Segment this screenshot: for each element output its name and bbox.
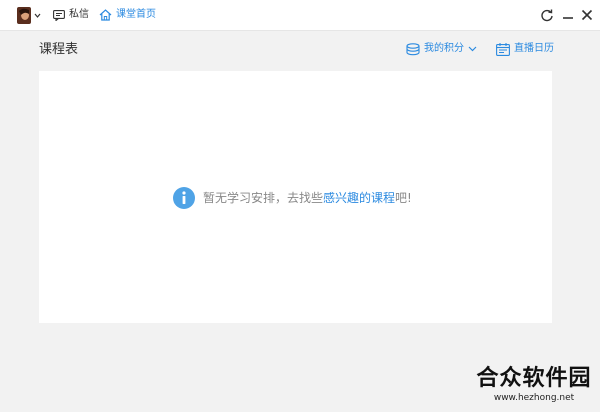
close-icon[interactable]	[580, 8, 594, 22]
live-calendar-label: 直播日历	[514, 43, 554, 54]
message-icon	[53, 9, 65, 21]
user-menu[interactable]	[17, 7, 41, 24]
nav-home-label: 课堂首页	[116, 9, 156, 20]
home-icon	[99, 9, 112, 21]
empty-text-before: 暂无学习安排，去找些	[203, 191, 324, 205]
watermark: 合众软件园 www.hezhong.net	[470, 366, 598, 404]
watermark-url: www.hezhong.net	[493, 393, 575, 403]
watermark-title: 合众软件园	[476, 366, 592, 391]
empty-text-after: 吧!	[395, 191, 412, 205]
my-points-dropdown[interactable]: 我的积分	[406, 42, 477, 56]
schedule-panel: 暂无学习安排，去找些感兴趣的课程吧!	[39, 71, 552, 323]
title-bar: 私信 课堂首页	[0, 0, 600, 31]
app-window: 私信 课堂首页 课程表 我的积分 直播日历 暂无学习安排，去找些感兴趣的课程吧!…	[0, 0, 600, 412]
empty-message: 暂无学习安排，去找些感兴趣的课程吧!	[203, 189, 412, 207]
info-icon	[173, 187, 195, 209]
page-title: 课程表	[39, 42, 79, 57]
live-calendar-button[interactable]: 直播日历	[496, 42, 554, 56]
nav-messages[interactable]: 私信	[53, 8, 89, 22]
empty-state: 暂无学习安排，去找些感兴趣的课程吧!	[173, 187, 412, 209]
avatar[interactable]	[17, 7, 31, 24]
nav-home[interactable]: 课堂首页	[99, 8, 156, 22]
calendar-icon	[496, 42, 510, 56]
coin-stack-icon	[406, 42, 420, 55]
chevron-down-icon[interactable]	[34, 12, 41, 19]
nav-messages-label: 私信	[69, 9, 89, 20]
interesting-courses-link[interactable]: 感兴趣的课程	[323, 191, 395, 205]
refresh-icon[interactable]	[540, 8, 554, 22]
minimize-icon[interactable]	[561, 8, 575, 22]
my-points-label: 我的积分	[424, 43, 464, 54]
chevron-down-icon	[468, 46, 477, 52]
